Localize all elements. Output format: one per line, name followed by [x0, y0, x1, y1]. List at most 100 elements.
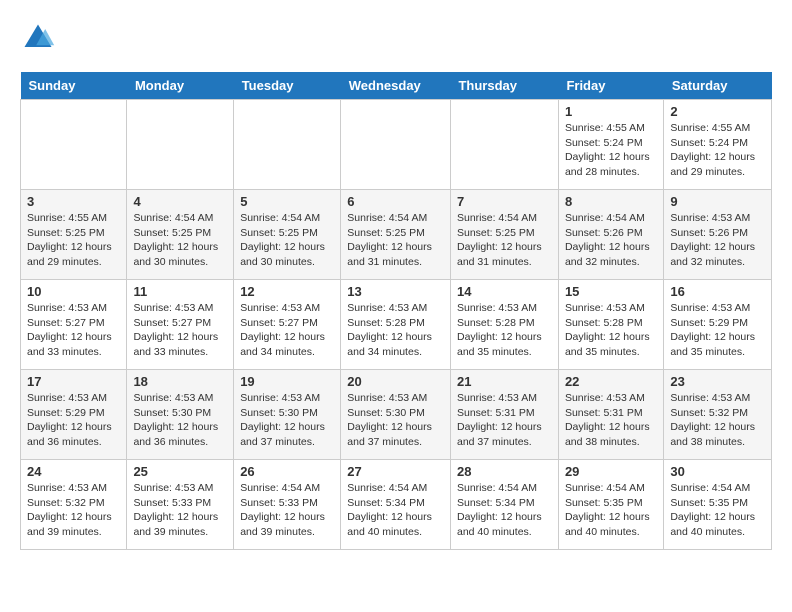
day-info: Sunrise: 4:53 AMSunset: 5:28 PMDaylight:…: [347, 301, 444, 360]
calendar-cell: 7 Sunrise: 4:54 AMSunset: 5:25 PMDaylight…: [450, 190, 558, 280]
day-number: 2: [670, 104, 765, 119]
calendar-cell: 28 Sunrise: 4:54 AMSunset: 5:34 PMDayligh…: [450, 460, 558, 550]
calendar-cell: 23 Sunrise: 4:53 AMSunset: 5:32 PMDayligh…: [664, 370, 772, 460]
day-number: 25: [133, 464, 227, 479]
day-number: 22: [565, 374, 657, 389]
day-number: 20: [347, 374, 444, 389]
day-number: 24: [27, 464, 120, 479]
calendar-cell: 6 Sunrise: 4:54 AMSunset: 5:25 PMDaylight…: [341, 190, 451, 280]
day-info: Sunrise: 4:53 AMSunset: 5:27 PMDaylight:…: [240, 301, 334, 360]
day-info: Sunrise: 4:54 AMSunset: 5:35 PMDaylight:…: [565, 481, 657, 540]
day-info: Sunrise: 4:54 AMSunset: 5:25 PMDaylight:…: [240, 211, 334, 270]
calendar-cell: 5Sunrise: 4:54 AMSunset: 5:25 PMDaylight…: [234, 190, 341, 280]
calendar-week-row: 17 Sunrise: 4:53 AMSunset: 5:29 PMDayligh…: [21, 370, 772, 460]
calendar-cell: 13 Sunrise: 4:53 AMSunset: 5:28 PMDayligh…: [341, 280, 451, 370]
calendar-cell: 21 Sunrise: 4:53 AMSunset: 5:31 PMDayligh…: [450, 370, 558, 460]
weekday-header-sunday: Sunday: [21, 72, 127, 100]
calendar-cell: 11 Sunrise: 4:53 AMSunset: 5:27 PMDayligh…: [127, 280, 234, 370]
calendar-cell: [234, 100, 341, 190]
day-info: Sunrise: 4:53 AMSunset: 5:29 PMDaylight:…: [670, 301, 765, 360]
day-number: 9: [670, 194, 765, 209]
day-number: 10: [27, 284, 120, 299]
calendar-cell: 22 Sunrise: 4:53 AMSunset: 5:31 PMDayligh…: [558, 370, 663, 460]
day-number: 6: [347, 194, 444, 209]
day-info: Sunrise: 4:54 AMSunset: 5:25 PMDaylight:…: [457, 211, 552, 270]
day-info: Sunrise: 4:53 AMSunset: 5:30 PMDaylight:…: [347, 391, 444, 450]
day-info: Sunrise: 4:53 AMSunset: 5:32 PMDaylight:…: [27, 481, 120, 540]
day-number: 3: [27, 194, 120, 209]
day-number: 14: [457, 284, 552, 299]
day-info: Sunrise: 4:54 AMSunset: 5:34 PMDaylight:…: [457, 481, 552, 540]
day-number: 21: [457, 374, 552, 389]
calendar-cell: 17 Sunrise: 4:53 AMSunset: 5:29 PMDayligh…: [21, 370, 127, 460]
calendar-cell: 9Sunrise: 4:53 AMSunset: 5:26 PMDaylight…: [664, 190, 772, 280]
calendar-cell: [127, 100, 234, 190]
day-info: Sunrise: 4:54 AMSunset: 5:33 PMDaylight:…: [240, 481, 334, 540]
calendar-cell: 12 Sunrise: 4:53 AMSunset: 5:27 PMDayligh…: [234, 280, 341, 370]
calendar-cell: [21, 100, 127, 190]
calendar-cell: 20 Sunrise: 4:53 AMSunset: 5:30 PMDayligh…: [341, 370, 451, 460]
calendar-cell: 4Sunrise: 4:54 AMSunset: 5:25 PMDaylight…: [127, 190, 234, 280]
calendar-cell: 8 Sunrise: 4:54 AMSunset: 5:26 PMDaylight…: [558, 190, 663, 280]
day-info: Sunrise: 4:54 AMSunset: 5:25 PMDaylight:…: [133, 211, 227, 270]
day-number: 1: [565, 104, 657, 119]
day-info: Sunrise: 4:53 AMSunset: 5:30 PMDaylight:…: [240, 391, 334, 450]
weekday-header-wednesday: Wednesday: [341, 72, 451, 100]
day-number: 13: [347, 284, 444, 299]
day-info: Sunrise: 4:54 AMSunset: 5:25 PMDaylight:…: [347, 211, 444, 270]
calendar-cell: 18 Sunrise: 4:53 AMSunset: 5:30 PMDayligh…: [127, 370, 234, 460]
day-info: Sunrise: 4:55 AMSunset: 5:25 PMDaylight:…: [27, 211, 120, 270]
calendar-cell: 2Sunrise: 4:55 AMSunset: 5:24 PMDaylight…: [664, 100, 772, 190]
calendar-cell: 14 Sunrise: 4:53 AMSunset: 5:28 PMDayligh…: [450, 280, 558, 370]
day-info: Sunrise: 4:53 AMSunset: 5:30 PMDaylight:…: [133, 391, 227, 450]
day-info: Sunrise: 4:53 AMSunset: 5:31 PMDaylight:…: [565, 391, 657, 450]
calendar-cell: [341, 100, 451, 190]
calendar-cell: 27 Sunrise: 4:54 AMSunset: 5:34 PMDayligh…: [341, 460, 451, 550]
logo: [20, 20, 60, 56]
calendar-cell: 10Sunrise: 4:53 AMSunset: 5:27 PMDayligh…: [21, 280, 127, 370]
calendar-cell: 15 Sunrise: 4:53 AMSunset: 5:28 PMDayligh…: [558, 280, 663, 370]
calendar-table: SundayMondayTuesdayWednesdayThursdayFrid…: [20, 72, 772, 550]
day-info: Sunrise: 4:53 AMSunset: 5:31 PMDaylight:…: [457, 391, 552, 450]
day-number: 28: [457, 464, 552, 479]
day-number: 7: [457, 194, 552, 209]
day-number: 11: [133, 284, 227, 299]
calendar-cell: 3 Sunrise: 4:55 AMSunset: 5:25 PMDaylight…: [21, 190, 127, 280]
page-header: [20, 20, 772, 56]
calendar-week-row: 3 Sunrise: 4:55 AMSunset: 5:25 PMDaylight…: [21, 190, 772, 280]
calendar-cell: 24 Sunrise: 4:53 AMSunset: 5:32 PMDayligh…: [21, 460, 127, 550]
day-number: 16: [670, 284, 765, 299]
logo-icon: [20, 20, 56, 56]
weekday-header-thursday: Thursday: [450, 72, 558, 100]
calendar-cell: 1 Sunrise: 4:55 AMSunset: 5:24 PMDaylight…: [558, 100, 663, 190]
day-number: 18: [133, 374, 227, 389]
day-number: 17: [27, 374, 120, 389]
day-info: Sunrise: 4:55 AMSunset: 5:24 PMDaylight:…: [565, 121, 657, 180]
day-number: 26: [240, 464, 334, 479]
day-info: Sunrise: 4:54 AMSunset: 5:26 PMDaylight:…: [565, 211, 657, 270]
day-number: 23: [670, 374, 765, 389]
day-number: 12: [240, 284, 334, 299]
weekday-header-saturday: Saturday: [664, 72, 772, 100]
day-number: 27: [347, 464, 444, 479]
calendar-cell: 30 Sunrise: 4:54 AMSunset: 5:35 PMDayligh…: [664, 460, 772, 550]
day-number: 30: [670, 464, 765, 479]
day-info: Sunrise: 4:53 AMSunset: 5:27 PMDaylight:…: [133, 301, 227, 360]
calendar-week-row: 10 Sunrise: 4:53 AMSunset: 5:27 PMDayligh…: [21, 280, 772, 370]
day-number: 29: [565, 464, 657, 479]
calendar-cell: 26 Sunrise: 4:54 AMSunset: 5:33 PMDayligh…: [234, 460, 341, 550]
calendar-cell: [450, 100, 558, 190]
calendar-week-row: 1 Sunrise: 4:55 AMSunset: 5:24 PMDaylight…: [21, 100, 772, 190]
calendar-cell: 16 Sunrise: 4:53 AMSunset: 5:29 PMDayligh…: [664, 280, 772, 370]
day-info: Sunrise: 4:53 AMSunset: 5:32 PMDaylight:…: [670, 391, 765, 450]
day-info: Sunrise: 4:54 AMSunset: 5:35 PMDaylight:…: [670, 481, 765, 540]
day-number: 15: [565, 284, 657, 299]
day-number: 8: [565, 194, 657, 209]
day-info: Sunrise: 4:53 AMSunset: 5:33 PMDaylight:…: [133, 481, 227, 540]
calendar-week-row: 24 Sunrise: 4:53 AMSunset: 5:32 PMDayligh…: [21, 460, 772, 550]
day-info: Sunrise: 4:53 AMSunset: 5:29 PMDaylight:…: [27, 391, 120, 450]
day-info: Sunrise: 4:53 AMSunset: 5:28 PMDaylight:…: [457, 301, 552, 360]
calendar-cell: 25 Sunrise: 4:53 AMSunset: 5:33 PMDayligh…: [127, 460, 234, 550]
day-info: Sunrise: 4:54 AMSunset: 5:34 PMDaylight:…: [347, 481, 444, 540]
day-info: Sunrise: 4:53 AMSunset: 5:28 PMDaylight:…: [565, 301, 657, 360]
